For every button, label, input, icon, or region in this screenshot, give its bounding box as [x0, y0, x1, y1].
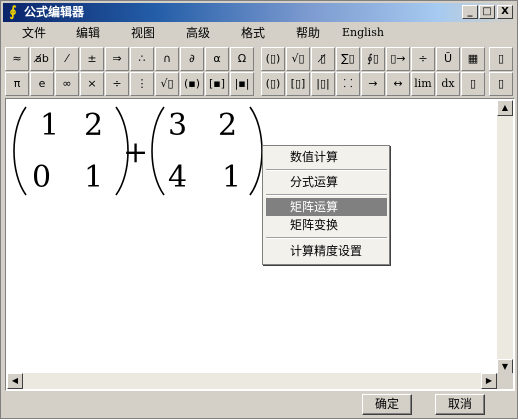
matrix-b-cell: 2 — [218, 108, 237, 143]
summation-templates-button[interactable]: ∑▯ — [336, 47, 360, 71]
matrix-b-cell: 3 — [168, 108, 187, 143]
menu-edit[interactable]: 编辑 — [76, 26, 100, 40]
radical-templates-button[interactable]: √▯ — [286, 47, 310, 71]
sqrt-button[interactable]: √▯ — [155, 72, 179, 96]
fraction-button[interactable]: ⋮ — [130, 72, 154, 96]
arrow-templates-button[interactable]: ÷ — [411, 47, 435, 71]
formula-editor-window: ∮ 公式编辑器 _ □ X 文件 编辑 视图 高级 格式 帮助 English … — [0, 0, 518, 419]
vertical-scrollbar[interactable]: ▲ ▼ — [497, 100, 513, 375]
approx-symbols-button[interactable]: ≈ — [5, 47, 29, 71]
superscript-button[interactable]: ▯ — [489, 72, 513, 96]
underbar-templates-button[interactable]: ▯→ — [386, 47, 410, 71]
menu-view[interactable]: 视图 — [131, 26, 155, 40]
plus-operator: + — [123, 135, 148, 170]
arrow-symbols-button[interactable]: ⇒ — [105, 47, 129, 71]
scroll-up-arrow-icon[interactable]: ▲ — [497, 100, 513, 116]
matrix-a-cell: 2 — [84, 108, 103, 143]
operator-symbols-button[interactable]: ± — [80, 47, 104, 71]
subscript-button[interactable]: ▯ — [461, 72, 485, 96]
ctx-matrix-transform[interactable]: 矩阵变换 — [266, 216, 387, 234]
matrix-b-left-paren — [151, 106, 165, 196]
formula-display: 1 2 0 1 + 3 2 4 1 — [13, 106, 263, 196]
right-arrow-button[interactable]: → — [361, 72, 385, 96]
app-icon: ∮ — [9, 4, 17, 20]
ctx-precision-settings[interactable]: 计算精度设置 — [266, 242, 387, 260]
ctx-separator — [266, 237, 387, 239]
symbol-toolbar-2: π e ∞ × ÷ ⋮ √▯ (▪) [▪] |▪| (▯) [▯] |▯| ⸬… — [5, 72, 513, 96]
symbol-toolbar-1: ≈ a̸b ⁄ ± ⇒ ∴ ∩ ∂ α Ω (▯) √▯ ▯̸ ∑▯ ∮▯ ▯→… — [5, 47, 513, 71]
times-button[interactable]: × — [80, 72, 104, 96]
paren-template-button[interactable]: (▯) — [261, 72, 285, 96]
e-button[interactable]: e — [30, 72, 54, 96]
window-title: 公式编辑器 — [24, 5, 85, 19]
matrix-a-cell: 1 — [84, 160, 103, 195]
embellishment-button[interactable]: ⁄ — [55, 47, 79, 71]
greek-lowercase-button[interactable]: α — [205, 47, 229, 71]
menu-advanced[interactable]: 高级 — [186, 26, 210, 40]
matrix-a-cell: 0 — [32, 160, 51, 195]
misc-symbols-button[interactable]: ∂ — [180, 47, 204, 71]
ctx-numeric-calc[interactable]: 数值计算 — [266, 148, 387, 166]
scroll-right-arrow-icon[interactable]: ▶ — [481, 373, 497, 389]
logic-symbols-button[interactable]: ∴ — [130, 47, 154, 71]
subscript-templates-button[interactable]: ▯̸ — [311, 47, 335, 71]
scroll-left-arrow-icon[interactable]: ◀ — [7, 373, 23, 389]
dotted-box-button[interactable]: ⸬ — [336, 72, 360, 96]
integral-templates-button[interactable]: ∮▯ — [361, 47, 385, 71]
ctx-matrix-calc[interactable]: 矩阵运算 — [266, 198, 387, 216]
absolute-value-button[interactable]: |▪| — [230, 72, 254, 96]
pi-button[interactable]: π — [5, 72, 29, 96]
abs-template-button[interactable]: |▯| — [311, 72, 335, 96]
matrix-a-left-paren — [13, 106, 27, 196]
menu-bar: 文件 编辑 视图 高级 格式 帮助 English — [3, 23, 515, 43]
context-menu: 数值计算 分式运算 矩阵运算 矩阵变换 计算精度设置 — [262, 145, 390, 265]
minimize-button[interactable]: _ — [462, 5, 478, 19]
ok-button[interactable]: 确定 — [362, 394, 412, 415]
menu-help[interactable]: 帮助 — [296, 26, 320, 40]
brackets-button[interactable]: [▪] — [205, 72, 229, 96]
cancel-button[interactable]: 取消 — [435, 394, 485, 415]
greek-uppercase-button[interactable]: Ω — [230, 47, 254, 71]
matrix-b-cell: 1 — [222, 160, 241, 195]
title-bar[interactable]: ∮ 公式编辑器 _ □ X — [3, 3, 515, 22]
matrix-b: 3 2 4 1 — [151, 106, 263, 196]
product-templates-button[interactable]: Ū — [436, 47, 460, 71]
menu-format[interactable]: 格式 — [241, 26, 265, 40]
horizontal-scrollbar[interactable]: ◀ ▶ — [7, 373, 497, 389]
maximize-button[interactable]: □ — [479, 5, 495, 19]
set-symbols-button[interactable]: ∩ — [155, 47, 179, 71]
matrix-a-cell: 1 — [40, 108, 59, 143]
ctx-fraction-calc[interactable]: 分式运算 — [266, 173, 387, 191]
differential-button[interactable]: dx — [436, 72, 460, 96]
infinity-button[interactable]: ∞ — [55, 72, 79, 96]
divide-button[interactable]: ÷ — [105, 72, 129, 96]
matrix-templates-button[interactable]: ▦ — [461, 47, 485, 71]
spacing-symbols-button[interactable]: a̸b — [30, 47, 54, 71]
double-arrow-button[interactable]: ↔ — [386, 72, 410, 96]
box-template-button[interactable]: ▯ — [489, 47, 513, 71]
parentheses-button[interactable]: (▪) — [180, 72, 204, 96]
bracket-template-button[interactable]: [▯] — [286, 72, 310, 96]
matrix-b-right-paren — [249, 106, 263, 196]
close-button[interactable]: X — [497, 5, 513, 19]
matrix-b-cell: 4 — [168, 160, 187, 195]
matrix-a: 1 2 0 1 — [13, 106, 129, 196]
ctx-separator — [266, 169, 387, 171]
limit-button[interactable]: lim — [411, 72, 435, 96]
formula-editor-area[interactable]: 1 2 0 1 + 3 2 4 1 ▲ ▼ ◀ ▶ — [5, 98, 515, 391]
ctx-separator — [266, 194, 387, 196]
menu-english[interactable]: English — [342, 26, 384, 40]
menu-file[interactable]: 文件 — [22, 26, 46, 40]
scrollbar-corner — [497, 373, 513, 389]
fence-templates-button[interactable]: (▯) — [261, 47, 285, 71]
